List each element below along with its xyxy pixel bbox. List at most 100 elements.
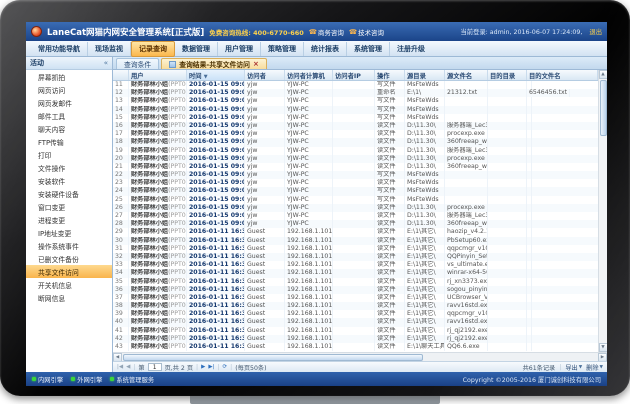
table-row[interactable]: 22 财务部林小姐(PPT07-2 2016-01-15 09:00:45 yj…	[113, 171, 598, 179]
col-header-rownum[interactable]	[113, 70, 129, 80]
sidebar-item[interactable]: 安装硬件设备	[26, 187, 112, 200]
col-header-time[interactable]: 时间 ▼	[187, 70, 245, 80]
table-row[interactable]: 18 财务部林小姐(PPT07-2 2016-01-15 09:00:45 yj…	[113, 138, 598, 146]
table-row[interactable]: 31 财务部林小姐(PPT07-2 2016-01-11 16:36:30 Gu…	[113, 245, 598, 253]
col-header-visitor[interactable]: 访问者	[245, 70, 285, 80]
scroll-up-icon[interactable]: ▲	[599, 70, 608, 79]
col-header-dst-file[interactable]: 目的文件名	[527, 70, 598, 80]
next-page-button[interactable]: ▶	[201, 364, 205, 370]
table-row[interactable]: 25 财务部林小姐(PPT07-2 2016-01-15 09:00:45 yj…	[113, 196, 598, 204]
table-row[interactable]: 29 财务部林小姐(PPT07-2 2016-01-11 16:36:30 Gu…	[113, 228, 598, 236]
col-header-visitor-ip[interactable]: 访问者IP	[333, 70, 375, 80]
table-row[interactable]: 42 财务部林小姐(PPT07-2 2016-01-11 16:36:12 Gu…	[113, 335, 598, 343]
logout-link[interactable]: 退出	[589, 27, 602, 36]
table-row[interactable]: 34 财务部林小姐(PPT07-2 2016-01-11 16:36:30 Gu…	[113, 269, 598, 277]
sidebar-item[interactable]: 邮件工具	[26, 109, 112, 122]
login-info: 当前登录: admin, 2016-06-07 17:24:09,	[460, 27, 582, 36]
table-row[interactable]: 43 财务部林小姐(PPT07-2 2016-01-11 16:36:11 Gu…	[113, 343, 598, 351]
table-row[interactable]: 21 财务部林小姐(PPT07-2 2016-01-15 09:00:45 yj…	[113, 163, 598, 171]
tab-query-condition[interactable]: 查询条件	[116, 58, 159, 69]
sidebar-item[interactable]: 屏幕抓拍	[26, 70, 112, 83]
prev-page-button[interactable]: ◀	[126, 364, 130, 370]
table-row[interactable]: 23 财务部林小姐(PPT07-2 2016-01-15 09:00:45 yj…	[113, 179, 598, 187]
cell-time: 2016-01-15 09:00:45	[187, 220, 245, 228]
status-dot-icon	[32, 377, 36, 381]
tab-query-result[interactable]: 查询结果-共享文件访问 ×	[161, 58, 267, 69]
horizontal-scroll-thumb[interactable]	[123, 354, 423, 361]
page-number-input[interactable]: 1	[148, 363, 162, 371]
sidebar-item[interactable]: 已删文件备份	[26, 252, 112, 265]
menu-item[interactable]: 现场监视	[88, 42, 131, 56]
col-header-visitor-computer[interactable]: 访问者计算机	[285, 70, 333, 80]
table-row[interactable]: 24 财务部林小姐(PPT07-2 2016-01-15 09:00:45 yj…	[113, 187, 598, 195]
sidebar-item[interactable]: 网页发邮件	[26, 96, 112, 109]
sidebar-item[interactable]: 开关机信息	[26, 278, 112, 291]
table-row[interactable]: 11 财务部林小姐(PPT07-2 2016-01-15 09:02:23 yj…	[113, 81, 598, 89]
table-row[interactable]: 35 财务部林小姐(PPT07-2 2016-01-11 16:36:30 Gu…	[113, 278, 598, 286]
col-header-src-dir[interactable]: 源目录	[405, 70, 445, 80]
table-row[interactable]: 14 财务部林小姐(PPT07-2 2016-01-15 09:02:18 yj…	[113, 106, 598, 114]
menu-item[interactable]: 数据管理	[175, 42, 218, 56]
menu-item[interactable]: 记录查询	[131, 41, 175, 57]
delete-button[interactable]: 删除 ▼	[586, 363, 603, 372]
table-row[interactable]: 32 财务部林小姐(PPT07-2 2016-01-11 16:36:30 Gu…	[113, 253, 598, 261]
vertical-scrollbar[interactable]: ▲ ▼	[598, 70, 607, 352]
table-row[interactable]: 20 财务部林小姐(PPT07-2 2016-01-15 09:00:45 yj…	[113, 155, 598, 163]
business-consult-link[interactable]: ☎ 商务咨询	[309, 27, 344, 37]
menu-item[interactable]: 系统管理	[347, 42, 390, 56]
menu-item[interactable]: 注册升级	[390, 42, 432, 56]
table-row[interactable]: 17 财务部林小姐(PPT07-2 2016-01-15 09:00:45 yj…	[113, 130, 598, 138]
sidebar-item[interactable]: 网页访问	[26, 83, 112, 96]
table-row[interactable]: 26 财务部林小姐(PPT07-2 2016-01-15 09:00:45 yj…	[113, 204, 598, 212]
tech-consult-link[interactable]: ☎ 技术咨询	[349, 27, 384, 37]
table-row[interactable]: 19 财务部林小姐(PPT07-2 2016-01-15 09:00:45 yj…	[113, 147, 598, 155]
sidebar-item[interactable]: 聊天内容	[26, 122, 112, 135]
table-row[interactable]: 38 财务部林小姐(PPT07-2 2016-01-11 16:36:30 Gu…	[113, 302, 598, 310]
sidebar-item[interactable]: 窗口变更	[26, 200, 112, 213]
table-row[interactable]: 12 财务部林小姐(PPT07-2 2016-01-15 09:02:23 yj…	[113, 89, 598, 97]
table-row[interactable]: 13 财务部林小姐(PPT07-2 2016-01-15 09:02:18 yj…	[113, 97, 598, 105]
vertical-scroll-thumb[interactable]	[600, 80, 607, 136]
table-row[interactable]: 41 财务部林小姐(PPT07-2 2016-01-11 16:36:30 Gu…	[113, 327, 598, 335]
first-page-button[interactable]: |◀	[117, 364, 123, 370]
table-row[interactable]: 39 财务部林小姐(PPT07-2 2016-01-11 16:36:30 Gu…	[113, 310, 598, 318]
horizontal-scrollbar[interactable]: ◀ ▶	[113, 352, 607, 361]
user-name: 财务部林小姐	[131, 163, 168, 170]
scroll-down-icon[interactable]: ▼	[599, 343, 608, 352]
sidebar-item[interactable]: 断网信息	[26, 291, 112, 304]
sidebar-item[interactable]: 共享文件访问	[26, 265, 112, 278]
sidebar-header[interactable]: 活动 «	[26, 57, 112, 70]
refresh-icon[interactable]: ⟳	[223, 364, 228, 370]
table-row[interactable]: 40 财务部林小姐(PPT07-2 2016-01-11 16:36:30 Gu…	[113, 318, 598, 326]
sidebar-item[interactable]: 文件操作	[26, 161, 112, 174]
cell-src-dir: E:\1\其它\	[405, 237, 445, 245]
col-header-operation[interactable]: 操作	[375, 70, 405, 80]
table-row[interactable]: 16 财务部林小姐(PPT07-2 2016-01-15 09:00:45 yj…	[113, 122, 598, 130]
menu-item[interactable]: 用户管理	[218, 42, 261, 56]
col-header-dst-dir[interactable]: 目的目录	[488, 70, 527, 80]
collapse-icon[interactable]: «	[104, 59, 108, 67]
sidebar-item[interactable]: FTP传输	[26, 135, 112, 148]
table-row[interactable]: 37 财务部林小姐(PPT07-2 2016-01-11 16:36:30 Gu…	[113, 294, 598, 302]
export-button[interactable]: 导出 ▼	[565, 363, 582, 372]
close-icon[interactable]: ×	[253, 60, 259, 68]
col-header-user[interactable]: 用户	[129, 70, 187, 80]
col-header-src-file[interactable]: 源文件名	[445, 70, 488, 80]
table-row[interactable]: 15 财务部林小姐(PPT07-2 2016-01-15 09:02:18 yj…	[113, 114, 598, 122]
sidebar-item[interactable]: 进程变更	[26, 213, 112, 226]
cell-time: 2016-01-15 09:00:45	[187, 147, 245, 155]
last-page-button[interactable]: ▶|	[208, 364, 214, 370]
sidebar-item[interactable]: 安装软件	[26, 174, 112, 187]
table-row[interactable]: 36 财务部林小姐(PPT07-2 2016-01-11 16:36:30 Gu…	[113, 286, 598, 294]
table-row[interactable]: 28 财务部林小姐(PPT07-2 2016-01-15 09:00:45 yj…	[113, 220, 598, 228]
menu-item[interactable]: 常用功能导航	[31, 42, 88, 56]
table-row[interactable]: 30 财务部林小姐(PPT07-2 2016-01-11 16:36:30 Gu…	[113, 237, 598, 245]
user-suffix: (PPT07-2	[168, 310, 187, 317]
menu-item[interactable]: 策略管理	[261, 42, 304, 56]
sidebar-item[interactable]: 操作系统事件	[26, 239, 112, 252]
table-row[interactable]: 27 财务部林小姐(PPT07-2 2016-01-15 09:00:45 yj…	[113, 212, 598, 220]
sidebar-item[interactable]: 打印	[26, 148, 112, 161]
sidebar-item[interactable]: IP地址变更	[26, 226, 112, 239]
menu-item[interactable]: 统计报表	[304, 42, 347, 56]
table-row[interactable]: 33 财务部林小姐(PPT07-2 2016-01-11 16:36:30 Gu…	[113, 261, 598, 269]
